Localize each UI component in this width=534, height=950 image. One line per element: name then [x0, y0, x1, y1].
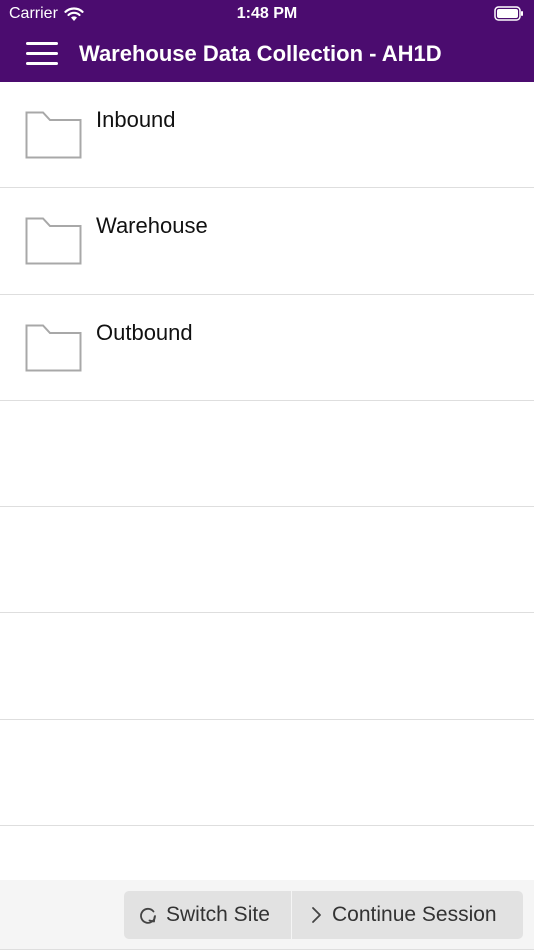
menu-list: Inbound Warehouse Outbound: [0, 82, 534, 827]
app-bar: Warehouse Data Collection - AH1D: [0, 28, 534, 82]
folder-icon: [25, 217, 82, 265]
empty-row: [0, 507, 534, 614]
empty-row: [0, 401, 534, 508]
list-item-outbound[interactable]: Outbound: [0, 295, 534, 401]
switch-site-label: Switch Site: [166, 903, 270, 926]
switch-site-button[interactable]: Switch Site: [124, 891, 291, 939]
empty-row: [0, 613, 534, 720]
hamburger-menu-icon[interactable]: [26, 42, 58, 68]
bottom-toolbar: Switch Site Continue Session: [0, 880, 534, 950]
list-item-label: Inbound: [96, 107, 176, 132]
status-bar: Carrier 1:48 PM: [0, 0, 534, 28]
empty-row: [0, 720, 534, 827]
list-item-inbound[interactable]: Inbound: [0, 82, 534, 189]
chevron-right-icon: [310, 905, 324, 925]
folder-icon: [25, 324, 82, 372]
battery-full-icon: [494, 6, 523, 21]
clock: 1:48 PM: [236, 5, 298, 22]
list-item-label: Warehouse: [96, 213, 208, 239]
continue-session-button[interactable]: Continue Session: [292, 891, 523, 939]
page-title: Warehouse Data Collection - AH1D: [79, 41, 442, 66]
list-item-label: Outbound: [96, 319, 193, 345]
continue-session-label: Continue Session: [332, 903, 497, 926]
refresh-icon: [138, 905, 158, 925]
folder-icon: [25, 111, 82, 159]
list-item-warehouse[interactable]: Warehouse: [0, 188, 534, 295]
